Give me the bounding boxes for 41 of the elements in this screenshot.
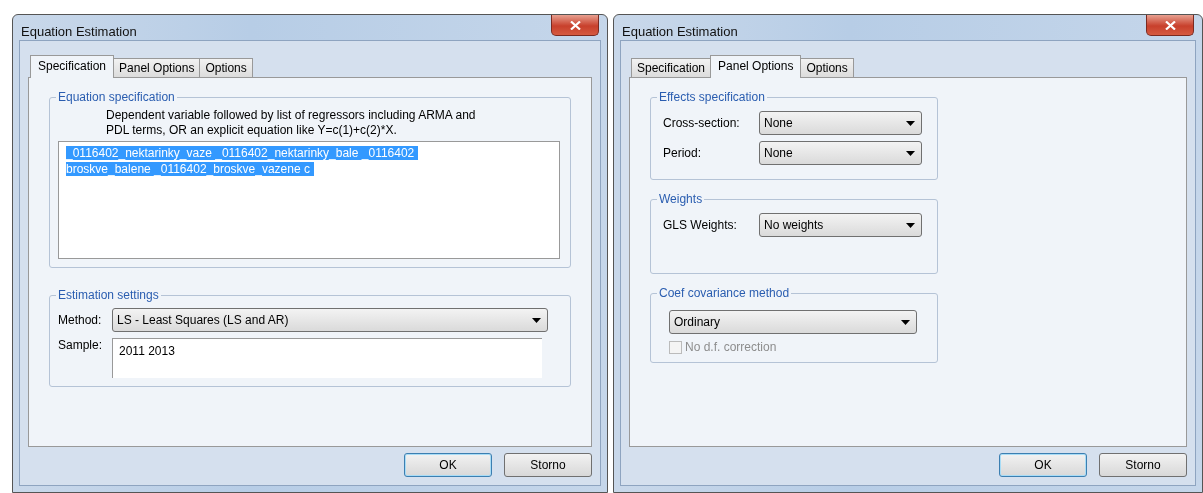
tab[interactable]: Specification	[631, 58, 712, 77]
dialog-button[interactable]: OK	[404, 453, 492, 477]
dropdown[interactable]: No weights	[759, 213, 922, 237]
group-title: Equation specification	[57, 90, 176, 104]
field-label: Period:	[662, 146, 703, 160]
field-label: Cross-section:	[662, 116, 741, 130]
dialog-button[interactable]: Storno	[1099, 453, 1187, 477]
dropdown[interactable]: None	[759, 111, 922, 135]
window-title: Equation Estimation	[622, 24, 738, 39]
field-label: Method:	[58, 313, 103, 327]
dialog-button[interactable]: OK	[999, 453, 1087, 477]
checkbox-label: No d.f. correction	[685, 340, 777, 354]
group-title: Weights	[658, 192, 704, 206]
dialog-button[interactable]: Storno	[504, 453, 592, 477]
group-title: Estimation settings	[57, 288, 160, 302]
caret-icon	[532, 317, 541, 323]
caret-icon	[906, 120, 915, 126]
group-title: Coef covariance method	[658, 286, 791, 300]
instruction-text: Dependent variable followed by list of regressors including ARMA and PDL terms, OR an explicit equation like Y=c(1)+c(2)*X.	[106, 108, 477, 138]
caret-icon	[906, 222, 915, 228]
group-title: Effects specification	[658, 90, 766, 104]
caret-icon	[906, 150, 915, 156]
tab[interactable]: Options	[199, 58, 253, 77]
close-icon	[1164, 20, 1176, 30]
close-button[interactable]	[551, 15, 599, 36]
close-button[interactable]	[1146, 15, 1194, 36]
equation-text: _0116402_nektarinky_vaze _0116402_nektarinky_bale _0116402	[66, 146, 419, 160]
dropdown[interactable]: LS - Least Squares (LS and AR)	[112, 308, 548, 332]
caret-icon	[901, 319, 910, 325]
tab[interactable]: Panel Options	[710, 55, 802, 78]
tab[interactable]: Panel Options	[113, 58, 201, 77]
dropdown[interactable]: Ordinary	[669, 310, 917, 334]
tab[interactable]: Options	[800, 58, 854, 77]
sample-field[interactable]: 2011 2013	[112, 338, 542, 378]
tab[interactable]: Specification	[30, 55, 115, 78]
window-title: Equation Estimation	[21, 24, 137, 39]
close-icon	[569, 20, 581, 30]
field-label: Sample:	[58, 338, 104, 352]
dropdown[interactable]: None	[759, 141, 922, 165]
equation-text: broskve_balene _0116402_broskve_vazene c	[66, 162, 314, 176]
field-label: GLS Weights:	[662, 218, 738, 232]
